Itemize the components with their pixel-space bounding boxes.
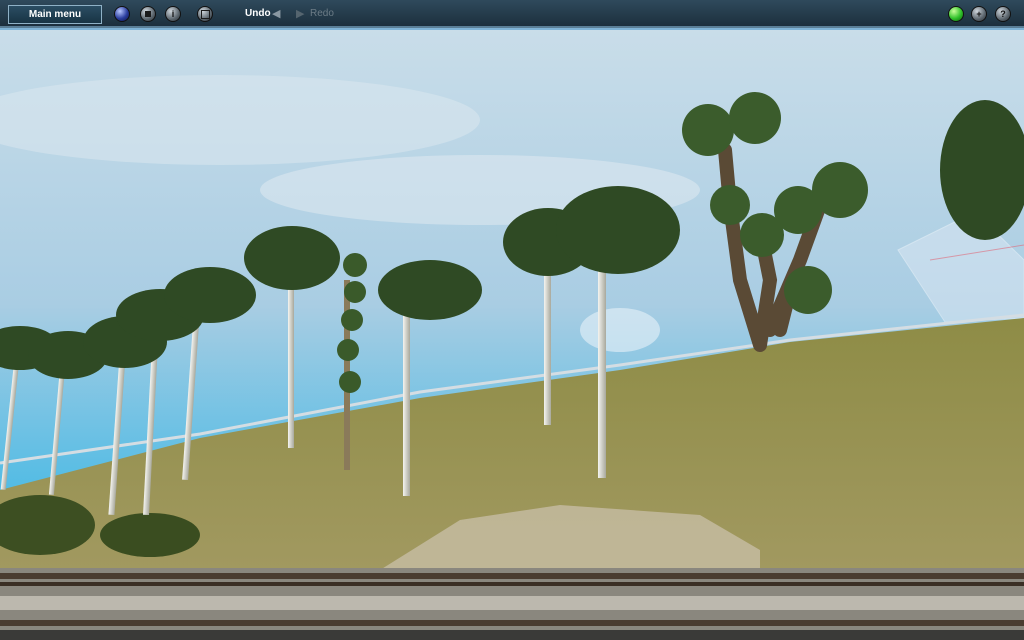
3d-viewport[interactable] [0, 30, 1024, 640]
help-icon[interactable]: ? [995, 6, 1011, 22]
shrub [100, 513, 200, 557]
add-icon[interactable]: + [971, 6, 987, 22]
stop-icon[interactable] [140, 6, 156, 22]
main-menu-button[interactable]: Main menu [8, 5, 102, 24]
grid-square [200, 10, 210, 19]
info-icon[interactable]: i [165, 6, 181, 22]
redo-button: Redo [310, 8, 334, 19]
redo-arrow-icon: ▶ [296, 8, 305, 20]
stop-square [145, 11, 151, 17]
undo-button[interactable]: Undo [245, 8, 271, 19]
grid-icon[interactable] [197, 6, 213, 22]
globe-icon[interactable] [114, 6, 130, 22]
scene-render [0, 30, 1024, 640]
railway-track [0, 568, 1024, 640]
status-light-icon[interactable] [948, 6, 964, 22]
cloud [580, 308, 660, 352]
undo-arrow-icon[interactable]: ◀ [272, 7, 280, 20]
top-toolbar: Main menu i Undo ◀ ▶ Redo + ? [0, 0, 1024, 28]
